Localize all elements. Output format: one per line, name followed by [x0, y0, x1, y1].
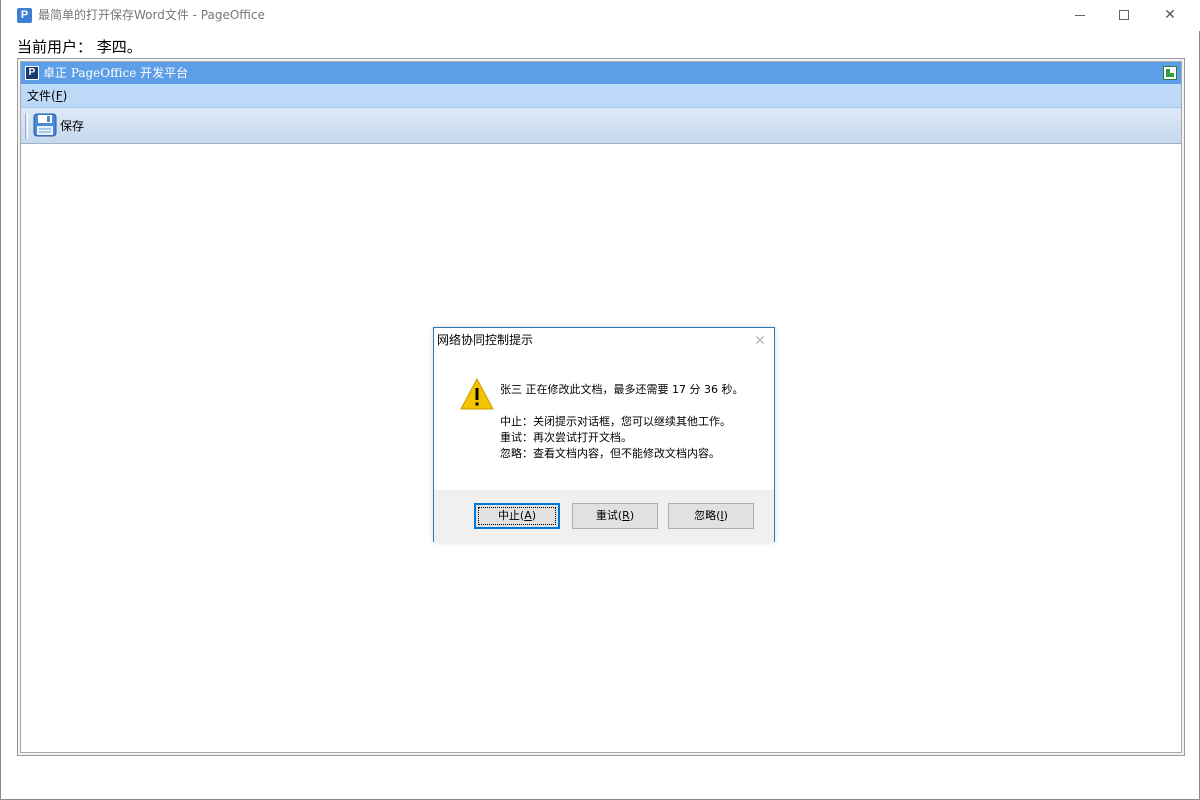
menu-file[interactable]: 文件(F) [27, 88, 67, 104]
ignore-button-label-end: ) [723, 509, 728, 522]
close-icon: ✕ [1164, 7, 1176, 23]
fullscreen-icon[interactable] [1163, 66, 1177, 80]
dialog-message: 张三 正在修改此文档，最多还需要 17 分 36 秒。 [500, 383, 744, 396]
pageoffice-menubar: 文件(F) [21, 84, 1181, 108]
menu-file-label-end: ) [62, 89, 68, 103]
menu-file-accesskey: F [55, 89, 63, 103]
ignore-button[interactable]: 忽略(I) [668, 503, 754, 529]
pageoffice-toolbar: 保存 [21, 108, 1181, 144]
dialog-title: 网络协同控制提示 [437, 333, 534, 347]
retry-button-label-end: ) [629, 509, 635, 522]
maximize-icon [1119, 10, 1129, 20]
pageoffice-title: 卓正 PageOffice 开发平台 [43, 66, 189, 80]
toolbar-grip[interactable] [25, 113, 28, 139]
save-button-label: 保存 [60, 119, 85, 133]
abort-button[interactable]: 中止(A) [474, 503, 560, 529]
collaboration-dialog: 网络协同控制提示 ✕ 张三 正在修改此文档，最多还需要 17 分 36 秒。 中… [433, 327, 775, 542]
close-button[interactable]: ✕ [1147, 0, 1193, 31]
retry-button[interactable]: 重试(R) [572, 503, 658, 529]
retry-accesskey: R [622, 509, 630, 522]
current-user-text: 当前用户： 李四。 [17, 38, 142, 56]
window-title: 最简单的打开保存Word文件 - PageOffice [38, 8, 265, 22]
menu-file-label: 文件( [27, 89, 56, 103]
retry-button-label: 重试( [595, 509, 623, 522]
save-disk-icon [33, 113, 57, 137]
dialog-line-retry: 重试：再次尝试打开文档。 [500, 431, 632, 444]
dialog-line-abort: 中止：关闭提示对话框，您可以继续其他工作。 [500, 415, 731, 428]
warning-icon [460, 378, 494, 410]
dialog-line-ignore: 忽略：查看文档内容，但不能修改文档内容。 [500, 447, 720, 460]
ignore-button-label: 忽略( [694, 509, 721, 522]
close-icon: ✕ [754, 333, 766, 349]
minimize-icon [1075, 14, 1085, 16]
minimize-button[interactable] [1057, 0, 1103, 31]
dialog-close-button[interactable]: ✕ [750, 331, 770, 351]
dialog-options-text: 中止：关闭提示对话框，您可以继续其他工作。 重试：再次尝试打开文档。 忽略：查看… [500, 414, 731, 462]
app-window: P 最简单的打开保存Word文件 - PageOffice ✕ 当前用户： 李四… [0, 0, 1200, 800]
pageoffice-titlebar: P 卓正 PageOffice 开发平台 [21, 62, 1181, 84]
maximize-button[interactable] [1101, 0, 1147, 31]
save-button[interactable]: 保存 [33, 113, 84, 139]
window-titlebar[interactable]: P 最简单的打开保存Word文件 - PageOffice ✕ [1, 0, 1200, 31]
pageoffice-app-icon: P [17, 8, 32, 23]
dialog-footer: 中止(A) 重试(R) 忽略(I) [434, 490, 774, 542]
focus-rect [478, 507, 556, 525]
pageoffice-logo-icon: P [25, 66, 39, 80]
